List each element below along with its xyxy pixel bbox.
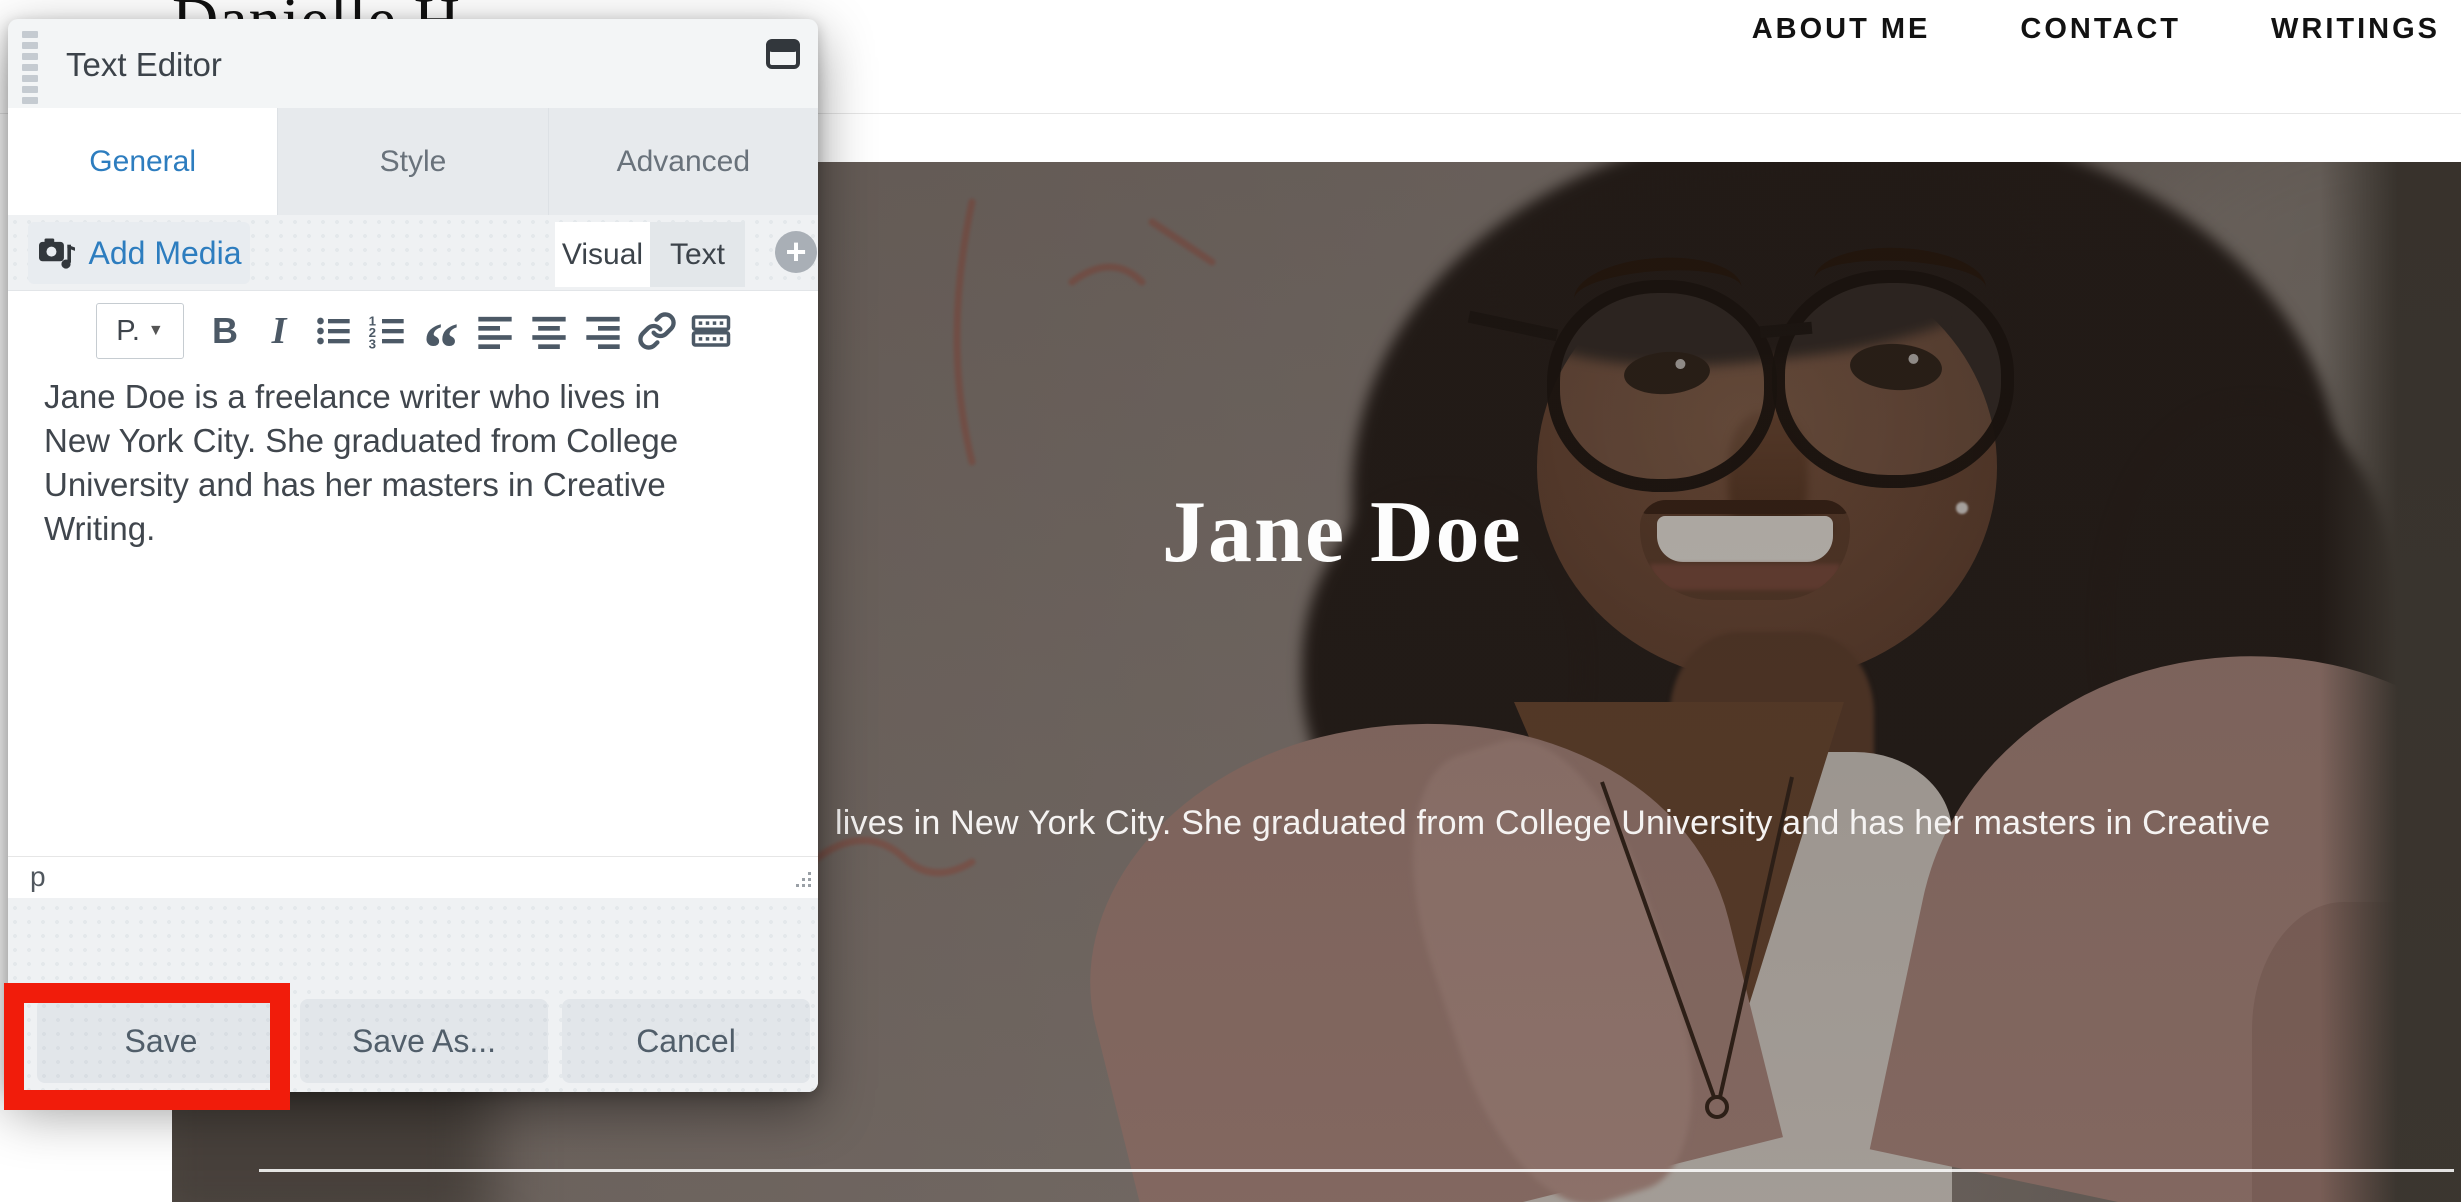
plus-button[interactable]: + — [775, 231, 817, 273]
dock-window-icon[interactable] — [766, 39, 800, 69]
element-path: p — [30, 861, 46, 892]
link-icon[interactable] — [634, 304, 680, 358]
blockquote-icon[interactable]: “ — [418, 287, 464, 384]
italic-icon[interactable]: I — [256, 304, 302, 358]
svg-text:3: 3 — [369, 337, 376, 351]
panel-tabs: General Style Advanced — [8, 108, 818, 215]
tab-advanced[interactable]: Advanced — [549, 108, 818, 215]
tab-general[interactable]: General — [8, 108, 279, 215]
media-row: Add Media Visual Text + — [8, 215, 818, 290]
annotation-highlight-save — [4, 983, 290, 1110]
resize-grip-icon[interactable] — [795, 871, 813, 894]
panel-header: Text Editor — [8, 19, 818, 108]
cancel-button[interactable]: Cancel — [562, 999, 810, 1083]
panel-title: Text Editor — [66, 46, 222, 83]
nav-about-me[interactable]: ABOUT ME — [1752, 13, 1931, 46]
align-center-icon[interactable] — [526, 304, 572, 358]
bold-icon[interactable]: B — [202, 304, 248, 358]
editor-content[interactable]: Jane Doe is a freelance writer who lives… — [44, 375, 724, 551]
nav-contact[interactable]: CONTACT — [2020, 13, 2181, 46]
editor-statusbar: p — [8, 856, 818, 898]
visual-mode-tab[interactable]: Visual — [555, 222, 650, 287]
save-as-button[interactable]: Save As... — [300, 999, 548, 1083]
hero-title: Jane Doe — [1162, 483, 1523, 581]
site-nav: ABOUT ME CONTACT WRITINGS — [1752, 0, 2440, 58]
paragraph-format-dropdown[interactable]: P. ▼ — [96, 303, 184, 359]
add-media-label: Add Media — [88, 234, 242, 271]
text-mode-tab[interactable]: Text — [650, 222, 745, 287]
editor-toolbar: P. ▼ B I 1 2 3 “ — [96, 303, 734, 384]
align-left-icon[interactable] — [472, 304, 518, 358]
panel-body: Add Media Visual Text + P. ▼ B I 1 2 3 “… — [8, 215, 818, 1092]
add-media-button[interactable]: Add Media — [28, 222, 250, 284]
hero-divider-line — [259, 1169, 2454, 1172]
align-right-icon[interactable] — [580, 304, 626, 358]
toolbar-toggle-icon[interactable] — [688, 304, 734, 358]
screen: Danielle H ABOUT ME CONTACT WRITINGS — [0, 0, 2461, 1202]
numbered-list-icon[interactable]: 1 2 3 — [364, 304, 410, 358]
visual-editor: P. ▼ B I 1 2 3 “ Jane Doe is a freelance… — [8, 290, 818, 898]
media-camera-note-icon — [38, 238, 75, 269]
drag-handle[interactable] — [22, 31, 38, 104]
chevron-down-icon: ▼ — [147, 322, 164, 339]
nav-writings[interactable]: WRITINGS — [2271, 13, 2440, 46]
hero-paragraph: lives in New York City. She graduated fr… — [835, 804, 2271, 842]
bullet-list-icon[interactable] — [310, 304, 356, 358]
text-editor-panel: Text Editor General Style Advanced Add M… — [8, 19, 818, 1092]
tab-style[interactable]: Style — [278, 108, 549, 215]
